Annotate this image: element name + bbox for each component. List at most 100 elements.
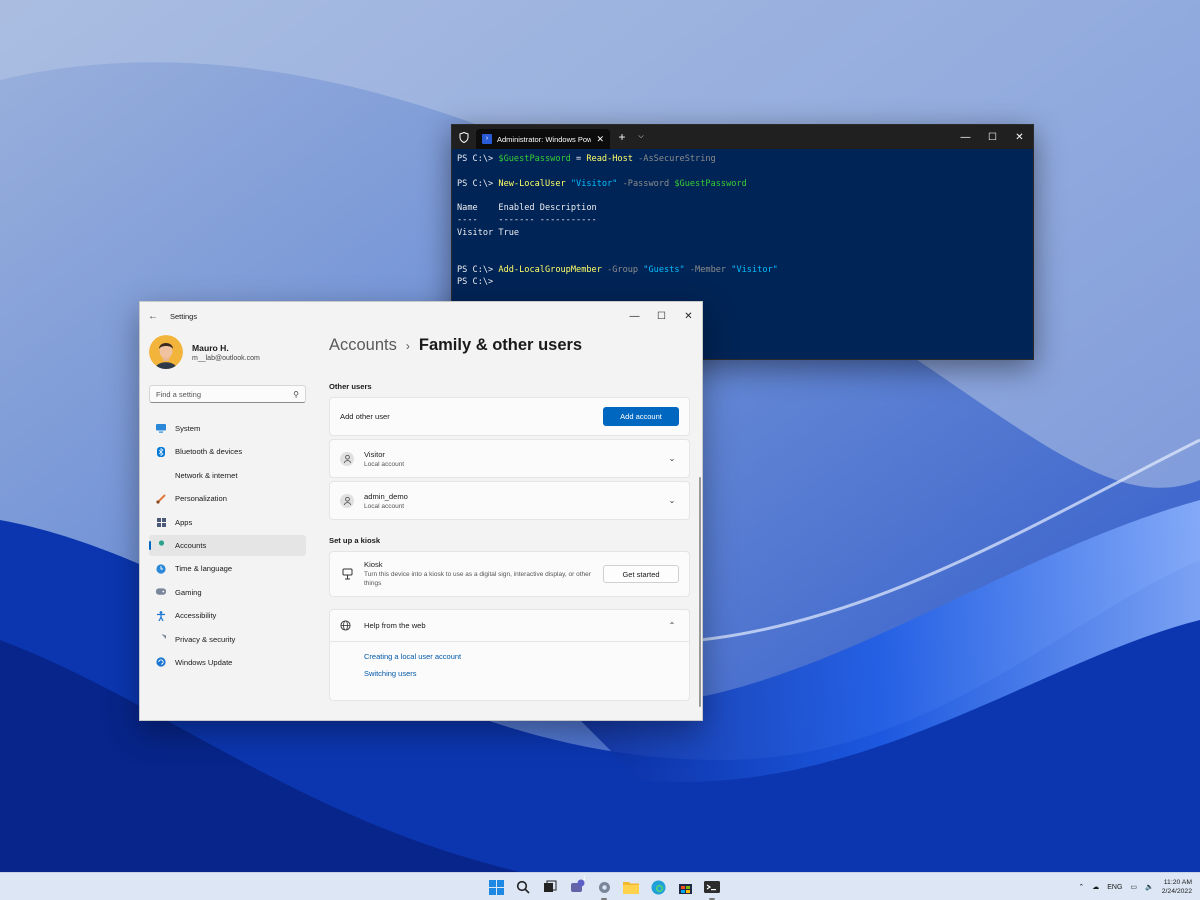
terminal-token: "Guests" xyxy=(643,264,685,275)
volume-icon[interactable]: 🔈 xyxy=(1145,883,1154,891)
terminal-line: Visitor True xyxy=(457,227,1028,239)
terminal-line: PS C:\> xyxy=(457,276,1028,288)
language-indicator[interactable]: ENG xyxy=(1107,884,1122,891)
user-profile[interactable]: Mauro H. m__lab@outlook.com xyxy=(149,335,260,369)
onedrive-icon[interactable]: ☁ xyxy=(1092,883,1099,891)
add-other-user-label: Add other user xyxy=(340,412,390,421)
user-avatar-icon xyxy=(340,451,354,466)
terminal-token: "Visitor" xyxy=(565,178,618,189)
breadcrumb: Accounts › Family & other users xyxy=(329,336,690,366)
sidebar-item-label: Accounts xyxy=(175,540,207,550)
terminal-token: PS C:\> xyxy=(457,276,494,287)
maximize-button[interactable]: ☐ xyxy=(648,311,675,322)
chevron-up-icon[interactable]: ⌃ xyxy=(665,621,679,630)
new-tab-button[interactable]: + xyxy=(610,130,634,144)
scrollbar[interactable] xyxy=(699,477,701,707)
settings-app-icon[interactable] xyxy=(594,877,614,900)
terminal-output[interactable]: PS C:\> $GuestPassword = Read-Host -AsSe… xyxy=(452,149,1033,292)
wifi-icon xyxy=(156,470,166,480)
shield-icon xyxy=(452,131,476,143)
help-link[interactable]: Creating a local user account xyxy=(364,652,689,661)
kiosk-description: Turn this device into a kiosk to use as … xyxy=(364,571,591,587)
section-heading-other-users: Other users xyxy=(329,382,372,391)
user-name: Visitor xyxy=(364,449,385,459)
sidebar-item-gaming[interactable]: Gaming xyxy=(149,582,306,603)
terminal-token: PS C:\> xyxy=(457,178,499,189)
terminal-token: PS C:\> xyxy=(457,264,499,275)
powershell-icon: › xyxy=(482,134,492,144)
sidebar-item-personalization[interactable]: Personalization xyxy=(149,488,306,509)
sidebar-item-windows-update[interactable]: Windows Update xyxy=(149,652,306,673)
kiosk-title: Kiosk xyxy=(364,560,383,569)
terminal-token: Add-LocalGroupMember xyxy=(498,264,602,275)
search-box[interactable]: ⚲ xyxy=(149,385,306,403)
terminal-token: -Group xyxy=(601,264,644,275)
clock-time: 11:20 AM xyxy=(1163,879,1192,886)
search-input[interactable] xyxy=(156,389,294,399)
sidebar-item-system[interactable]: System xyxy=(149,418,306,439)
store-icon[interactable] xyxy=(675,877,695,897)
sidebar-item-label: Gaming xyxy=(175,587,202,597)
search-icon[interactable] xyxy=(513,877,533,897)
sidebar-item-label: Time & language xyxy=(175,564,233,574)
close-tab-icon[interactable]: ✕ xyxy=(596,134,604,145)
chat-badge: 1 xyxy=(582,876,586,882)
settings-titlebar[interactable]: ← Settings — ☐ ✕ xyxy=(140,302,702,330)
terminal-token: "Visitor" xyxy=(731,264,778,275)
user-account-card[interactable]: admin_demo Local account ⌄ xyxy=(329,481,690,520)
task-view-icon[interactable] xyxy=(540,877,560,897)
add-account-button[interactable]: Add account xyxy=(603,407,679,426)
maximize-button[interactable]: ☐ xyxy=(979,132,1006,143)
chevron-down-icon[interactable]: ⌄ xyxy=(665,496,679,505)
chevron-down-icon[interactable]: ⌵ xyxy=(634,133,648,141)
help-title: Help from the web xyxy=(364,621,426,630)
edge-icon[interactable] xyxy=(648,877,668,897)
sidebar-item-network-internet[interactable]: Network & internet xyxy=(149,465,306,486)
terminal-titlebar[interactable]: › Administrator: Windows Powe ✕ + ⌵ — ☐ … xyxy=(452,125,1033,149)
clock[interactable]: 11:20 AM 2/24/2022 xyxy=(1162,878,1192,896)
system-icon xyxy=(156,424,166,434)
sidebar-item-accounts[interactable]: Accounts xyxy=(149,534,306,556)
get-started-button[interactable]: Get started xyxy=(603,565,679,583)
sidebar-item-bluetooth-devices[interactable]: Bluetooth & devices xyxy=(149,441,306,462)
chevron-down-icon[interactable]: ⌄ xyxy=(665,454,679,463)
network-icon[interactable]: ▭ xyxy=(1130,883,1137,891)
terminal-line: ---- ------- ----------- xyxy=(457,214,1028,226)
user-account-card[interactable]: Visitor Local account ⌄ xyxy=(329,439,690,478)
terminal-line: PS C:\> New-LocalUser "Visitor" -Passwor… xyxy=(457,178,1028,190)
sidebar-item-accessibility[interactable]: Accessibility xyxy=(149,605,306,626)
start-button[interactable] xyxy=(486,877,506,897)
terminal-tab[interactable]: › Administrator: Windows Powe ✕ xyxy=(476,129,610,149)
minimize-button[interactable]: — xyxy=(621,311,648,322)
file-explorer-icon[interactable] xyxy=(621,877,641,897)
terminal-app-icon[interactable] xyxy=(702,877,722,900)
gamepad-icon xyxy=(156,587,166,597)
breadcrumb-parent[interactable]: Accounts xyxy=(329,336,397,355)
avatar[interactable] xyxy=(149,335,183,369)
chevron-right-icon: › xyxy=(405,339,410,353)
sidebar-item-label: Accessibility xyxy=(175,611,217,621)
sidebar-item-time-language[interactable]: Time & language xyxy=(149,558,306,579)
terminal-token: Visitor True xyxy=(457,227,520,238)
chat-icon[interactable]: 1 xyxy=(567,876,587,897)
terminal-token: ---- ------- ----------- xyxy=(457,215,597,226)
help-link[interactable]: Switching users xyxy=(364,669,689,678)
sidebar-item-label: Windows Update xyxy=(175,657,233,667)
accounts-icon xyxy=(156,540,166,550)
settings-window[interactable]: ← Settings — ☐ ✕ Mauro H. m__lab@outlook… xyxy=(139,301,703,721)
taskbar-apps: 1 xyxy=(486,876,722,900)
close-button[interactable]: ✕ xyxy=(675,311,702,322)
close-button[interactable]: ✕ xyxy=(1006,132,1033,143)
globe-clock-icon xyxy=(156,564,166,574)
back-arrow-icon[interactable]: ← xyxy=(148,311,162,322)
help-header[interactable]: Help from the web ⌃ xyxy=(330,610,689,642)
sidebar-item-privacy-security[interactable]: Privacy & security xyxy=(149,629,306,650)
brush-icon xyxy=(156,493,166,504)
minimize-button[interactable]: — xyxy=(952,132,979,143)
terminal-line: PS C:\> Add-LocalGroupMember -Group "Gue… xyxy=(457,264,1028,276)
search-icon[interactable]: ⚲ xyxy=(293,390,299,399)
sidebar-item-apps[interactable]: Apps xyxy=(149,512,306,533)
chevron-up-icon[interactable]: ⌃ xyxy=(1078,883,1084,891)
